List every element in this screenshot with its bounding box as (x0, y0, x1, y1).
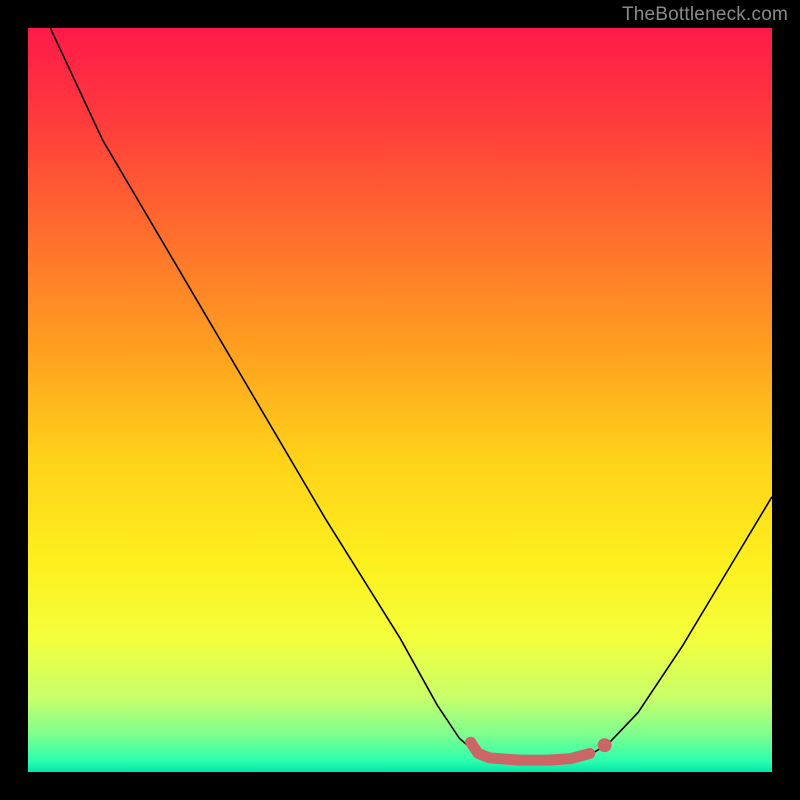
optimal-range-marker (471, 742, 590, 760)
watermark-text: TheBottleneck.com (622, 4, 788, 26)
curve-layer (28, 28, 772, 772)
chart-frame: TheBottleneck.com (0, 0, 800, 800)
plot-area (28, 28, 772, 772)
optimal-range-endpoint (598, 738, 612, 752)
bottleneck-curve (50, 28, 772, 760)
